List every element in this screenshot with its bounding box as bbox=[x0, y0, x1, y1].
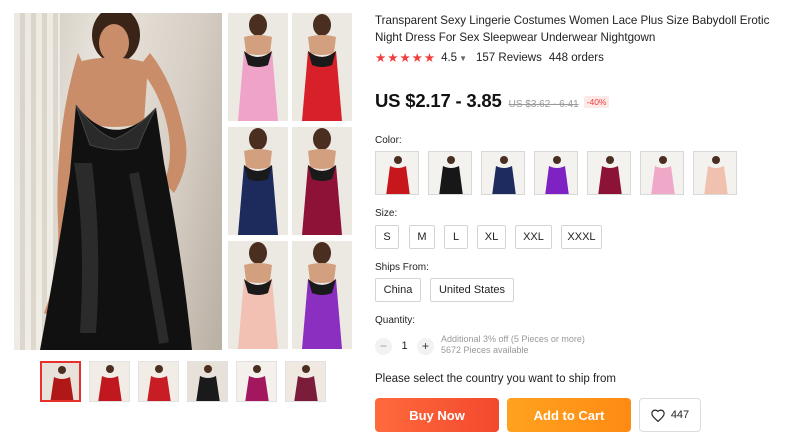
swatch-pink[interactable] bbox=[640, 151, 684, 195]
wishlist-count: 447 bbox=[670, 409, 690, 421]
chevron-down-icon[interactable]: ▼ bbox=[459, 54, 467, 63]
swatch-image bbox=[704, 156, 728, 194]
thumbnail-6[interactable] bbox=[285, 361, 326, 402]
product-title: Transparent Sexy Lingerie Costumes Women… bbox=[375, 14, 770, 44]
swatch-image bbox=[439, 156, 463, 194]
discount-badge: -40% bbox=[583, 96, 610, 108]
quantity-increase-button[interactable]: + bbox=[417, 337, 434, 355]
ships-from-label: Ships From: bbox=[375, 262, 429, 273]
rating-value[interactable]: 4.5 bbox=[441, 52, 457, 64]
quantity-decrease-button[interactable]: − bbox=[375, 337, 392, 355]
thumbnail-4[interactable] bbox=[187, 361, 228, 402]
model-icon bbox=[302, 242, 342, 349]
price-row: US $2.17 - 3.85 US $3.62 - 6.41 -40% bbox=[375, 90, 610, 112]
swatch-nude[interactable] bbox=[693, 151, 737, 195]
variant-image-navy[interactable] bbox=[228, 127, 288, 235]
add-to-cart-button[interactable]: Add to Cart bbox=[507, 398, 631, 432]
thumbnail-image bbox=[90, 362, 129, 401]
current-price: US $2.17 - 3.85 bbox=[375, 90, 502, 111]
rating-row: ★ ★ ★ ★ ★ 4.5 ▼ 157 Reviews 448 orders bbox=[375, 50, 604, 66]
thumbnail-3[interactable] bbox=[138, 361, 179, 402]
star-icon: ★ bbox=[399, 51, 411, 65]
shipping-message: Please select the country you want to sh… bbox=[375, 373, 616, 385]
size-option-xl[interactable]: XL bbox=[477, 225, 506, 249]
star-icon: ★ bbox=[375, 51, 387, 65]
main-product-image[interactable] bbox=[14, 13, 222, 350]
star-icon: ★ bbox=[411, 51, 423, 65]
star-half-icon: ★ bbox=[423, 51, 436, 65]
model-icon bbox=[302, 14, 342, 121]
ships-from-united-states[interactable]: United States bbox=[430, 278, 514, 302]
quantity-input[interactable]: 1 bbox=[392, 340, 417, 352]
size-option-l[interactable]: L bbox=[444, 225, 468, 249]
swatch-image bbox=[598, 156, 622, 194]
thumbnail-1[interactable] bbox=[40, 361, 81, 402]
star-icon: ★ bbox=[387, 51, 399, 65]
thumbnail-image bbox=[286, 362, 325, 401]
thumbnail-2[interactable] bbox=[89, 361, 130, 402]
variant-image-purple[interactable] bbox=[292, 241, 352, 349]
heart-icon bbox=[651, 409, 665, 422]
size-option-s[interactable]: S bbox=[375, 225, 399, 249]
model-icon bbox=[238, 242, 278, 349]
variant-image-wine[interactable] bbox=[292, 127, 352, 235]
quantity-info: Additional 3% off (5 Pieces or more) 567… bbox=[441, 334, 585, 356]
swatch-image bbox=[386, 156, 410, 194]
buy-now-button[interactable]: Buy Now bbox=[375, 398, 499, 432]
bulk-discount-note: Additional 3% off (5 Pieces or more) bbox=[441, 334, 585, 344]
quantity-stepper: − 1 + bbox=[375, 336, 434, 356]
swatch-black[interactable] bbox=[428, 151, 472, 195]
ships-from-china[interactable]: China bbox=[375, 278, 421, 302]
size-option-xxxl[interactable]: XXXL bbox=[561, 225, 602, 249]
size-option-m[interactable]: M bbox=[409, 225, 435, 249]
thumbnail-image bbox=[237, 362, 276, 401]
swatch-image bbox=[492, 156, 516, 194]
wishlist-button[interactable]: 447 bbox=[639, 398, 701, 432]
swatch-wine[interactable] bbox=[587, 151, 631, 195]
model-icon bbox=[238, 14, 278, 121]
thumbnail-5[interactable] bbox=[236, 361, 277, 402]
rating-stars: ★ ★ ★ ★ ★ bbox=[375, 51, 436, 65]
thumbnail-image bbox=[42, 363, 79, 400]
model-icon bbox=[238, 128, 278, 235]
swatch-navy[interactable] bbox=[481, 151, 525, 195]
swatch-purple[interactable] bbox=[534, 151, 578, 195]
thumbnail-image bbox=[188, 362, 227, 401]
thumbnail-image bbox=[139, 362, 178, 401]
swatch-image bbox=[545, 156, 569, 194]
model-in-black-babydoll bbox=[40, 13, 192, 350]
variant-image-red[interactable] bbox=[292, 13, 352, 121]
size-option-xxl[interactable]: XXL bbox=[515, 225, 552, 249]
product-gallery bbox=[14, 13, 352, 350]
model-icon bbox=[302, 128, 342, 235]
swatch-image bbox=[651, 156, 675, 194]
size-label: Size: bbox=[375, 208, 398, 219]
pieces-available: 5672 Pieces available bbox=[441, 345, 529, 355]
color-label: Color: bbox=[375, 135, 402, 146]
variant-image-nude[interactable] bbox=[228, 241, 288, 349]
orders-count: 448 orders bbox=[548, 52, 604, 64]
quantity-label: Quantity: bbox=[375, 315, 416, 326]
original-price: US $3.62 - 6.41 bbox=[508, 99, 579, 110]
swatch-red[interactable] bbox=[375, 151, 419, 195]
variant-image-pink[interactable] bbox=[228, 13, 288, 121]
color-variant-grid bbox=[228, 13, 352, 350]
reviews-link[interactable]: 157 Reviews bbox=[476, 52, 542, 64]
